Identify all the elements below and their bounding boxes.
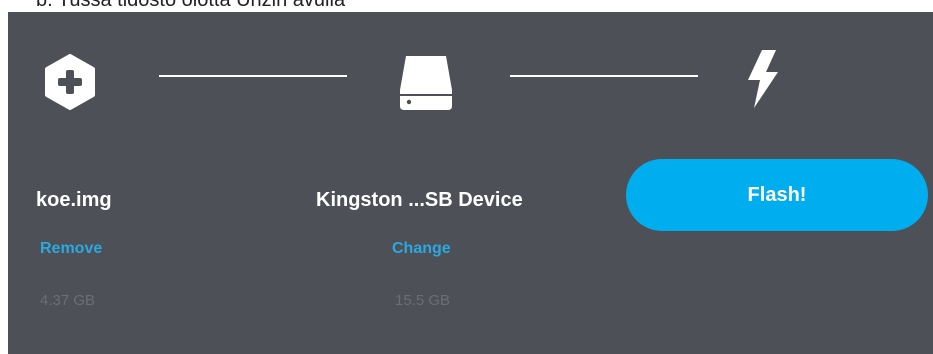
drive-size: 15.5 GB	[395, 292, 451, 309]
caption-text: b. Tussa tidosto olotta Unzin avulla	[36, 0, 346, 11]
caption-strip: b. Tussa tidosto olotta Unzin avulla	[0, 0, 933, 12]
step-connector-2	[510, 75, 698, 77]
drive-icon[interactable]	[394, 52, 458, 112]
add-hexagon-icon[interactable]	[42, 54, 98, 110]
remove-image-link[interactable]: Remove	[40, 240, 102, 258]
change-drive-link[interactable]: Change	[392, 240, 451, 258]
lightning-icon	[742, 46, 782, 110]
flash-button[interactable]: Flash!	[626, 159, 928, 231]
image-name: koe.img	[36, 189, 112, 211]
step-connector-1	[159, 75, 347, 77]
image-size: 4.37 GB	[40, 292, 96, 309]
drive-name: Kingston ...SB Device	[316, 189, 523, 211]
